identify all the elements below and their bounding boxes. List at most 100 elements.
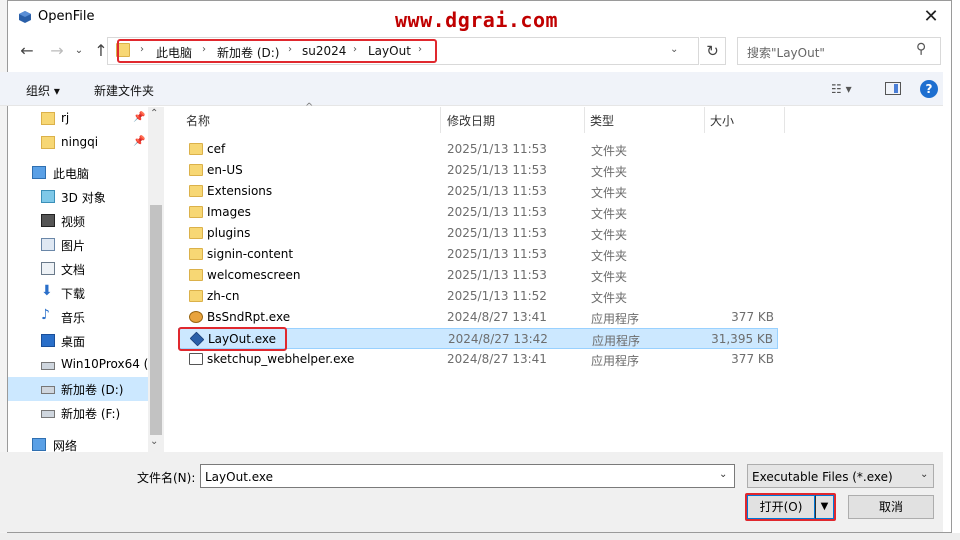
column-divider[interactable] <box>704 107 705 133</box>
chevron-down-icon[interactable]: ⌄ <box>719 469 727 480</box>
file-date: 2025/1/13 11:53 <box>447 226 547 240</box>
filetype-select[interactable]: Executable Files (*.exe) <box>747 464 934 488</box>
folder-icon <box>41 112 55 125</box>
address-highlight-box <box>117 39 437 63</box>
nav-item-pictures[interactable]: 图片 <box>8 233 148 257</box>
column-header: 名称 ^ 修改日期 类型 大小 <box>165 102 943 133</box>
new-folder-button[interactable]: 新建文件夹 <box>94 82 154 99</box>
3d-objects-icon <box>41 190 55 203</box>
preview-pane-icon[interactable] <box>885 82 901 95</box>
column-divider[interactable] <box>584 107 585 133</box>
file-row[interactable]: Extensions 2025/1/13 11:53 文件夹 <box>178 181 778 202</box>
search-icon[interactable]: ⚲ <box>916 41 926 57</box>
watermark: www.dgrai.com <box>395 8 559 32</box>
nav-item-label: 新加卷 (F:) <box>61 407 121 421</box>
nav-item-videos[interactable]: 视频 <box>8 209 148 233</box>
file-type: 文件夹 <box>591 249 628 263</box>
cancel-button[interactable]: 取消 <box>848 495 934 519</box>
file-name: cef <box>207 142 226 156</box>
organize-menu[interactable]: 组织 ▾ <box>26 82 60 99</box>
folder-icon <box>41 136 55 149</box>
file-row[interactable]: cef 2025/1/13 11:53 文件夹 <box>178 139 778 160</box>
file-date: 2025/1/13 11:53 <box>447 205 547 219</box>
recent-dropdown-icon[interactable]: ⌄ <box>68 40 90 62</box>
nav-item-drive-f[interactable]: 新加卷 (F:) <box>8 401 148 425</box>
file-name: Extensions <box>207 184 273 198</box>
nav-item-documents[interactable]: 文档 <box>8 257 148 281</box>
file-date: 2025/1/13 11:53 <box>447 247 547 261</box>
column-name[interactable]: 名称 <box>186 112 210 129</box>
nav-item-label: 文档 <box>61 263 86 277</box>
file-size: 31,395 KB <box>711 332 773 346</box>
back-arrow-icon[interactable]: ← <box>16 40 38 62</box>
nav-item-drive-c[interactable]: Win10Prox64 (C <box>8 353 148 377</box>
chevron-down-icon[interactable]: ⌄ <box>920 469 928 480</box>
file-row[interactable]: plugins 2025/1/13 11:53 文件夹 <box>178 223 778 244</box>
nav-item-desktop[interactable]: 桌面 <box>8 329 148 353</box>
file-date: 2025/1/13 11:53 <box>447 184 547 198</box>
nav-item-this-pc[interactable]: 此电脑 <box>8 161 148 185</box>
file-row[interactable]: Images 2025/1/13 11:53 文件夹 <box>178 202 778 223</box>
file-row[interactable]: signin-content 2025/1/13 11:53 文件夹 <box>178 244 778 265</box>
drive-icon <box>41 386 55 394</box>
scroll-up-icon[interactable]: ⌃ <box>150 108 158 119</box>
nav-item-label: 此电脑 <box>53 167 90 181</box>
file-type: 文件夹 <box>591 144 628 158</box>
file-size: 377 KB <box>731 352 774 366</box>
refresh-icon[interactable]: ↻ <box>700 37 726 65</box>
video-icon <box>41 214 55 227</box>
nav-item-music[interactable]: ♪ 音乐 <box>8 305 148 329</box>
nav-item-3d-objects[interactable]: 3D 对象 <box>8 185 148 209</box>
pin-icon: 📌 <box>133 136 146 147</box>
nav-item-label: ningqi <box>61 135 99 149</box>
nav-item-downloads[interactable]: ⬇ 下载 <box>8 281 148 305</box>
nav-item-rj[interactable]: rj 📌 <box>8 107 148 131</box>
file-type: 应用程序 <box>592 334 641 348</box>
nav-item-drive-d[interactable]: 新加卷 (D:) <box>8 377 148 401</box>
nav-item-label: 音乐 <box>61 311 86 325</box>
file-name: welcomescreen <box>207 268 301 282</box>
file-row[interactable]: BsSndRpt.exe 2024/8/27 13:41 应用程序 377 KB <box>178 307 778 328</box>
chevron-down-icon[interactable]: ⌄ <box>670 44 678 55</box>
navigation-pane: rj 📌 ningqi 📌 此电脑 3D 对象 视频 图片 文档 ⬇ 下载 ♪ … <box>8 107 148 452</box>
folder-icon <box>189 143 203 155</box>
file-row[interactable]: welcomescreen 2025/1/13 11:53 文件夹 <box>178 265 778 286</box>
music-note-icon: ♪ <box>41 307 50 323</box>
file-name: plugins <box>207 226 251 240</box>
file-row[interactable]: zh-cn 2025/1/13 11:52 文件夹 <box>178 286 778 307</box>
bug-report-icon <box>189 311 203 323</box>
file-name: en-US <box>207 163 243 177</box>
column-type[interactable]: 类型 <box>590 112 614 129</box>
folder-icon <box>189 164 203 176</box>
file-date: 2024/8/27 13:41 <box>447 352 547 366</box>
file-date: 2025/1/13 11:53 <box>447 142 547 156</box>
application-icon <box>189 353 203 365</box>
folder-icon <box>189 248 203 260</box>
nav-item-network[interactable]: 网络 <box>8 433 148 452</box>
scroll-down-icon[interactable]: ⌄ <box>150 436 158 447</box>
drive-icon <box>41 362 55 370</box>
column-divider[interactable] <box>440 107 441 133</box>
close-icon[interactable]: ✕ <box>917 3 945 31</box>
nav-scrollbar-thumb[interactable] <box>150 205 162 435</box>
view-options-icon[interactable]: ☷ ▾ <box>831 82 852 96</box>
nav-item-ningqi[interactable]: ningqi 📌 <box>8 131 148 155</box>
column-date[interactable]: 修改日期 <box>447 112 495 129</box>
help-icon[interactable]: ? <box>920 80 938 98</box>
file-date: 2025/1/13 11:52 <box>447 289 547 303</box>
nav-item-label: Win10Prox64 (C <box>61 357 148 371</box>
file-row[interactable]: en-US 2025/1/13 11:53 文件夹 <box>178 160 778 181</box>
column-divider[interactable] <box>784 107 785 133</box>
computer-icon <box>32 166 46 179</box>
file-type: 应用程序 <box>591 312 640 326</box>
nav-item-label: 桌面 <box>61 335 86 349</box>
file-name: BsSndRpt.exe <box>207 310 291 324</box>
column-size[interactable]: 大小 <box>710 112 734 129</box>
file-row[interactable]: sketchup_webhelper.exe 2024/8/27 13:41 应用程… <box>178 349 778 370</box>
nav-item-label: 下载 <box>61 287 86 301</box>
window-title: OpenFile <box>38 9 95 24</box>
filename-input[interactable]: LayOut.exe <box>200 464 735 488</box>
pictures-icon <box>41 238 55 251</box>
forward-arrow-icon[interactable]: → <box>46 40 68 62</box>
folder-icon <box>189 185 203 197</box>
